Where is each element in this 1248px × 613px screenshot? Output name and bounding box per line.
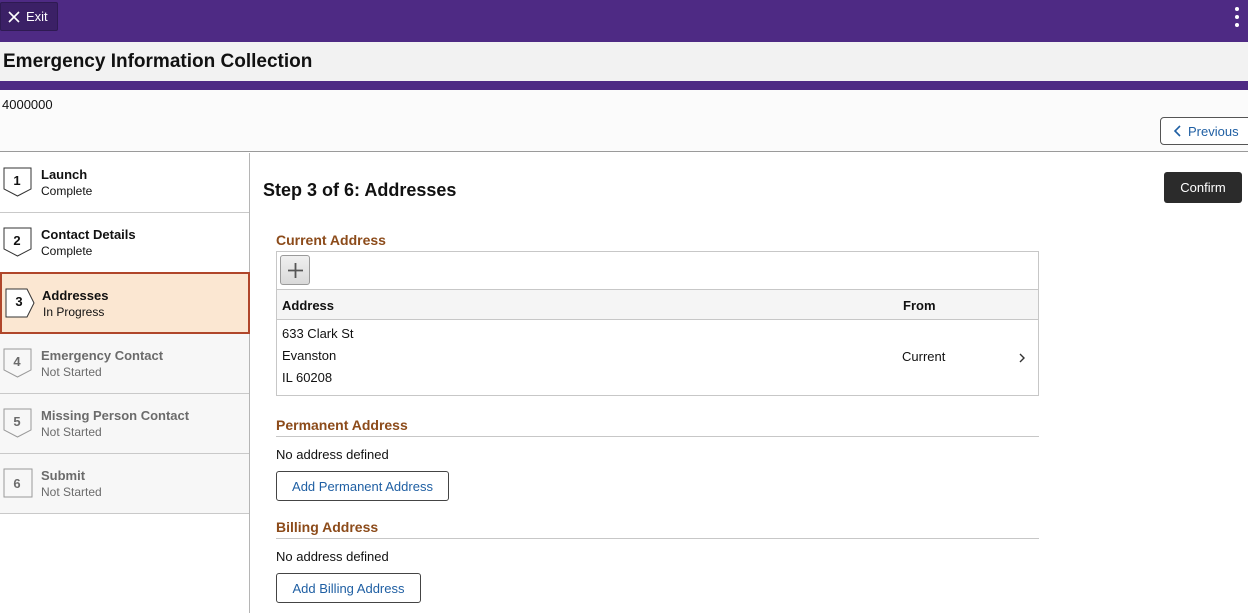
add-billing-address-button[interactable]: Add Billing Address (276, 573, 421, 603)
top-bar: Exit (0, 0, 1248, 42)
title-bar: Emergency Information Collection (0, 42, 1248, 81)
confirm-button[interactable]: Confirm (1164, 172, 1242, 203)
divider (276, 538, 1039, 539)
step-number: 6 (13, 476, 21, 491)
address-from: Current (902, 349, 946, 364)
step-status: Not Started (41, 365, 102, 379)
step-number: 1 (13, 173, 21, 188)
kebab-menu-icon[interactable] (1232, 7, 1242, 27)
step-number-badge: 1 (3, 167, 33, 197)
step-name: Submit (41, 468, 86, 483)
step-launch[interactable]: 1 Launch Complete (0, 153, 249, 213)
exit-label: Exit (26, 9, 48, 24)
student-id: 4000000 (2, 97, 53, 112)
step-status: Not Started (41, 485, 102, 499)
step-name: Contact Details (41, 227, 136, 242)
column-header-from: From (903, 298, 936, 313)
header-divider (0, 81, 1248, 90)
grid-header: Address From (277, 289, 1038, 320)
chevron-left-icon (1173, 125, 1181, 137)
address-line-2: Evanston (282, 348, 337, 363)
sub-header: 4000000 Previous (0, 90, 1248, 152)
step-name: Emergency Contact (41, 348, 164, 363)
step-number-badge: 3 (5, 288, 35, 318)
step-contact-details[interactable]: 2 Contact Details Complete (0, 213, 249, 273)
divider (276, 436, 1039, 437)
permanent-address-title: Permanent Address (276, 417, 408, 433)
page-title: Emergency Information Collection (3, 51, 313, 72)
step-emergency-contact[interactable]: 4 Emergency Contact Not Started (0, 334, 249, 394)
step-name: Addresses (42, 288, 109, 303)
permanent-address-empty: No address defined (276, 447, 389, 462)
step-submit[interactable]: 6 Submit Not Started (0, 454, 249, 514)
step-number: 5 (13, 414, 21, 429)
close-icon (8, 10, 20, 23)
exit-button[interactable]: Exit (0, 2, 58, 31)
step-addresses[interactable]: 3 Addresses In Progress (0, 272, 250, 334)
previous-button[interactable]: Previous (1160, 117, 1248, 145)
plus-icon (288, 263, 303, 278)
step-status: Not Started (41, 425, 102, 439)
step-number-badge: 6 (3, 468, 33, 498)
current-address-grid: Address From 633 Clark St Evanston IL 60… (276, 251, 1039, 396)
step-heading: Step 3 of 6: Addresses (263, 180, 457, 200)
step-sidebar: 1 Launch Complete 2 Contact Details Comp… (0, 153, 250, 613)
current-address-title: Current Address (276, 232, 386, 248)
previous-label: Previous (1188, 123, 1239, 139)
step-status: In Progress (43, 305, 105, 319)
step-status: Complete (41, 244, 93, 258)
billing-address-title: Billing Address (276, 519, 379, 535)
chevron-right-icon[interactable] (1018, 352, 1026, 364)
billing-address-empty: No address defined (276, 549, 389, 564)
column-header-address: Address (282, 298, 335, 313)
step-name: Launch (41, 167, 88, 182)
address-line-3: IL 60208 (282, 370, 333, 385)
address-line-1: 633 Clark St (282, 326, 354, 341)
step-number: 2 (13, 233, 21, 248)
step-number-badge: 5 (3, 408, 33, 438)
step-name: Missing Person Contact (41, 408, 190, 423)
add-address-button[interactable] (280, 255, 310, 285)
step-missing-person-contact[interactable]: 5 Missing Person Contact Not Started (0, 394, 249, 454)
step-number: 3 (15, 294, 23, 309)
add-permanent-address-button[interactable]: Add Permanent Address (276, 471, 449, 501)
step-status: Complete (41, 184, 93, 198)
step-number-badge: 4 (3, 348, 33, 378)
step-number: 4 (13, 354, 21, 369)
table-row[interactable]: 633 Clark St Evanston IL 60208 Current (277, 320, 1038, 395)
step-number-badge: 2 (3, 227, 33, 257)
